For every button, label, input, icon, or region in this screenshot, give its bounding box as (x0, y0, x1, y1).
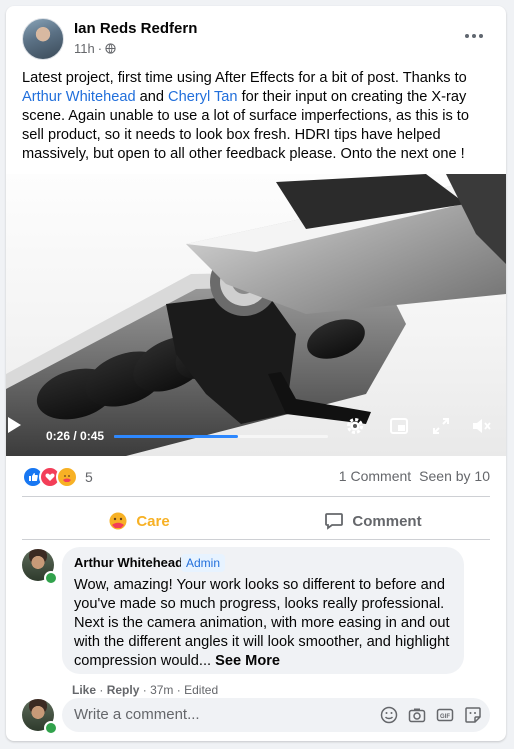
svg-text:GIF: GIF (440, 714, 450, 720)
post-text: Latest project, first time using After E… (22, 69, 492, 164)
comment-button[interactable]: Comment (256, 504, 490, 538)
gif-icon[interactable]: GIF (436, 706, 454, 724)
sep2: · (142, 683, 147, 697)
camera-icon[interactable] (408, 706, 426, 724)
care-icon (109, 512, 127, 530)
mention-cheryl[interactable]: Cheryl Tan (168, 89, 238, 105)
write-comment-box[interactable]: Write a comment... GIF (62, 698, 490, 732)
admin-badge: Admin (181, 554, 226, 572)
comment-count[interactable]: 1 Comment (339, 468, 411, 484)
video-progress-fill (114, 435, 239, 438)
online-indicator (44, 571, 58, 585)
more-icon[interactable] (458, 24, 490, 48)
comment-reply-button[interactable]: Reply (107, 683, 140, 697)
settings-icon[interactable] (345, 416, 365, 436)
fullscreen-icon[interactable] (431, 416, 451, 436)
divider-top (22, 496, 490, 497)
sep1: · (99, 683, 104, 697)
comment-edited: Edited (184, 683, 219, 697)
post-stats: 1 Comment Seen by 10 (331, 468, 490, 484)
sticker-icon[interactable] (464, 706, 482, 724)
video-frame-knife-sharpener (6, 174, 506, 456)
seen-by[interactable]: Seen by 10 (419, 468, 490, 484)
reaction-summary[interactable]: 5 (22, 466, 93, 488)
divider-bottom (22, 539, 490, 540)
volume-icon[interactable] (471, 416, 491, 436)
care-button[interactable]: Care (22, 504, 256, 538)
play-icon[interactable] (6, 416, 22, 434)
comment-text: Wow, amazing! Your work looks so differe… (74, 576, 456, 671)
write-comment-input[interactable]: Write a comment... (74, 706, 200, 723)
post-time[interactable]: 11h (74, 41, 95, 56)
reaction-count: 5 (85, 469, 93, 485)
post-text-part2: and (135, 89, 169, 105)
video-player[interactable]: 0:26 / 0:45 (6, 174, 506, 456)
post-card: Ian Reds Redfern 11h · Latest project, f… (6, 6, 506, 741)
comment-label: Comment (352, 512, 422, 530)
poster-avatar[interactable] (22, 18, 64, 60)
care-reaction-icon (56, 466, 78, 488)
care-label: Care (136, 512, 170, 530)
comment-icon (325, 513, 344, 530)
commenter-name[interactable]: Arthur Whitehead (74, 555, 183, 570)
globe-icon[interactable] (105, 43, 116, 54)
emoji-icon[interactable] (380, 706, 398, 724)
post-text-part1: Latest project, first time using After E… (22, 70, 467, 86)
miniplayer-icon[interactable] (389, 416, 409, 436)
comment-bubble: Arthur Whitehead Admin Wow, amazing! You… (62, 547, 464, 674)
comment-actions: Like · Reply · 37m · Edited (72, 683, 218, 697)
poster-name[interactable]: Ian Reds Redfern (74, 20, 197, 37)
comment-age[interactable]: 37m (150, 683, 173, 697)
video-time: 0:26 / 0:45 (46, 429, 105, 443)
video-progress-bar[interactable] (114, 435, 328, 438)
see-more-link[interactable]: See More (215, 653, 280, 669)
video-controls: 0:26 / 0:45 (6, 416, 506, 456)
meta-separator: · (97, 41, 103, 56)
mention-arthur[interactable]: Arthur Whitehead (22, 89, 136, 105)
post-meta: 11h · (74, 41, 116, 56)
post-header: Ian Reds Redfern 11h · (22, 18, 490, 62)
my-online-indicator (44, 721, 58, 735)
comment-like-button[interactable]: Like (72, 683, 96, 697)
sep3: · (176, 683, 181, 697)
